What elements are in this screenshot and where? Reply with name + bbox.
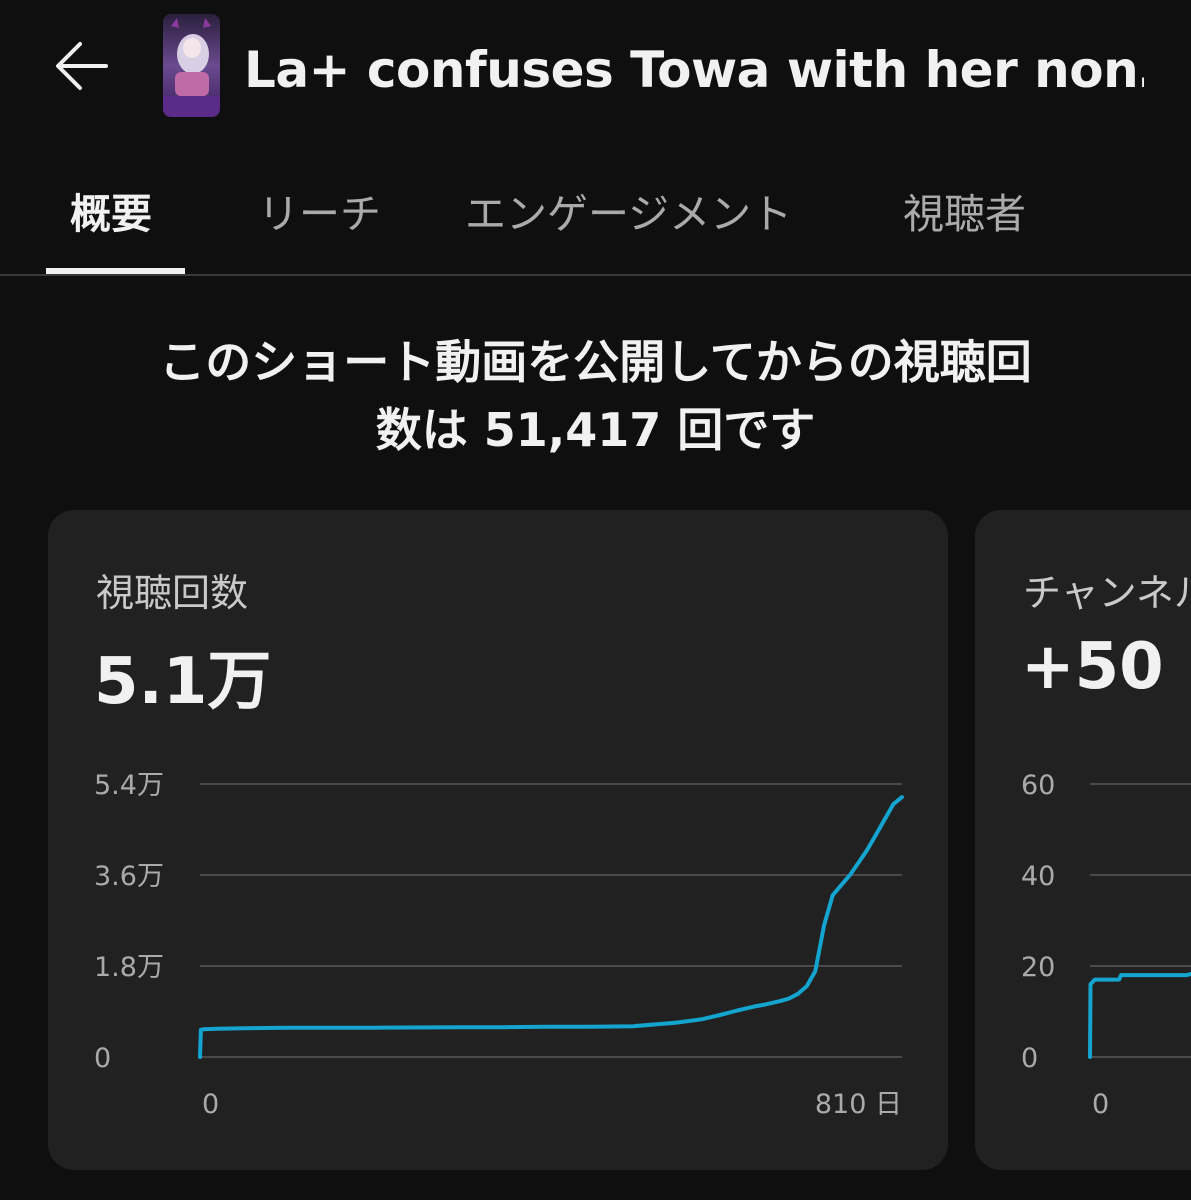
series-line [1088,971,1191,1059]
arrow-left-icon [56,42,108,90]
tab-audience[interactable]: 視聴者 [903,180,1026,240]
x-tick-label: 0 [202,1089,219,1120]
views-card[interactable]: 視聴回数 5.1万 0 1.8万 3.6万 5.4万 0 810 日 [48,510,948,1170]
tab-engagement[interactable]: エンゲージメント [465,180,792,240]
x-tick-label: 810 日 [815,1089,902,1120]
y-tick-label: 0 [94,1043,111,1074]
y-tick-label: 60 [1021,770,1055,801]
views-summary: このショート動画を公開してからの視聴回 数は 51,417 回です [30,328,1161,464]
x-tick-label: 0 [1092,1089,1109,1120]
video-thumbnail[interactable] [163,14,220,117]
y-tick-label: 0 [1021,1043,1038,1074]
subscribers-card[interactable]: チャンネル +50 02040600 [975,510,1191,1170]
series-line [198,795,904,1059]
y-tick-label: 20 [1021,952,1055,983]
video-title: La+ confuses Towa with her non… [244,41,1144,99]
tab-reach[interactable]: リーチ [258,180,381,240]
y-tick-label: 5.4万 [94,770,164,801]
top-bar: La+ confuses Towa with her non… [0,0,1191,140]
views-chart: 0 1.8万 3.6万 5.4万 0 810 日 [94,770,904,1120]
summary-line-1: このショート動画を公開してからの視聴回 [159,335,1032,389]
tab-overview[interactable]: 概要 [70,180,152,240]
y-tick-label: 3.6万 [94,861,164,892]
tab-bar: 概要 リーチ エンゲージメント 視聴者 [0,150,1191,276]
summary-line-2: 数は 51,417 回です [375,403,816,457]
y-tick-label: 40 [1021,861,1055,892]
subscribers-chart: 0 20 40 60 0 [1021,770,1191,1120]
back-button[interactable] [40,30,124,102]
y-tick-label: 1.8万 [94,952,164,983]
active-tab-indicator [46,268,185,274]
